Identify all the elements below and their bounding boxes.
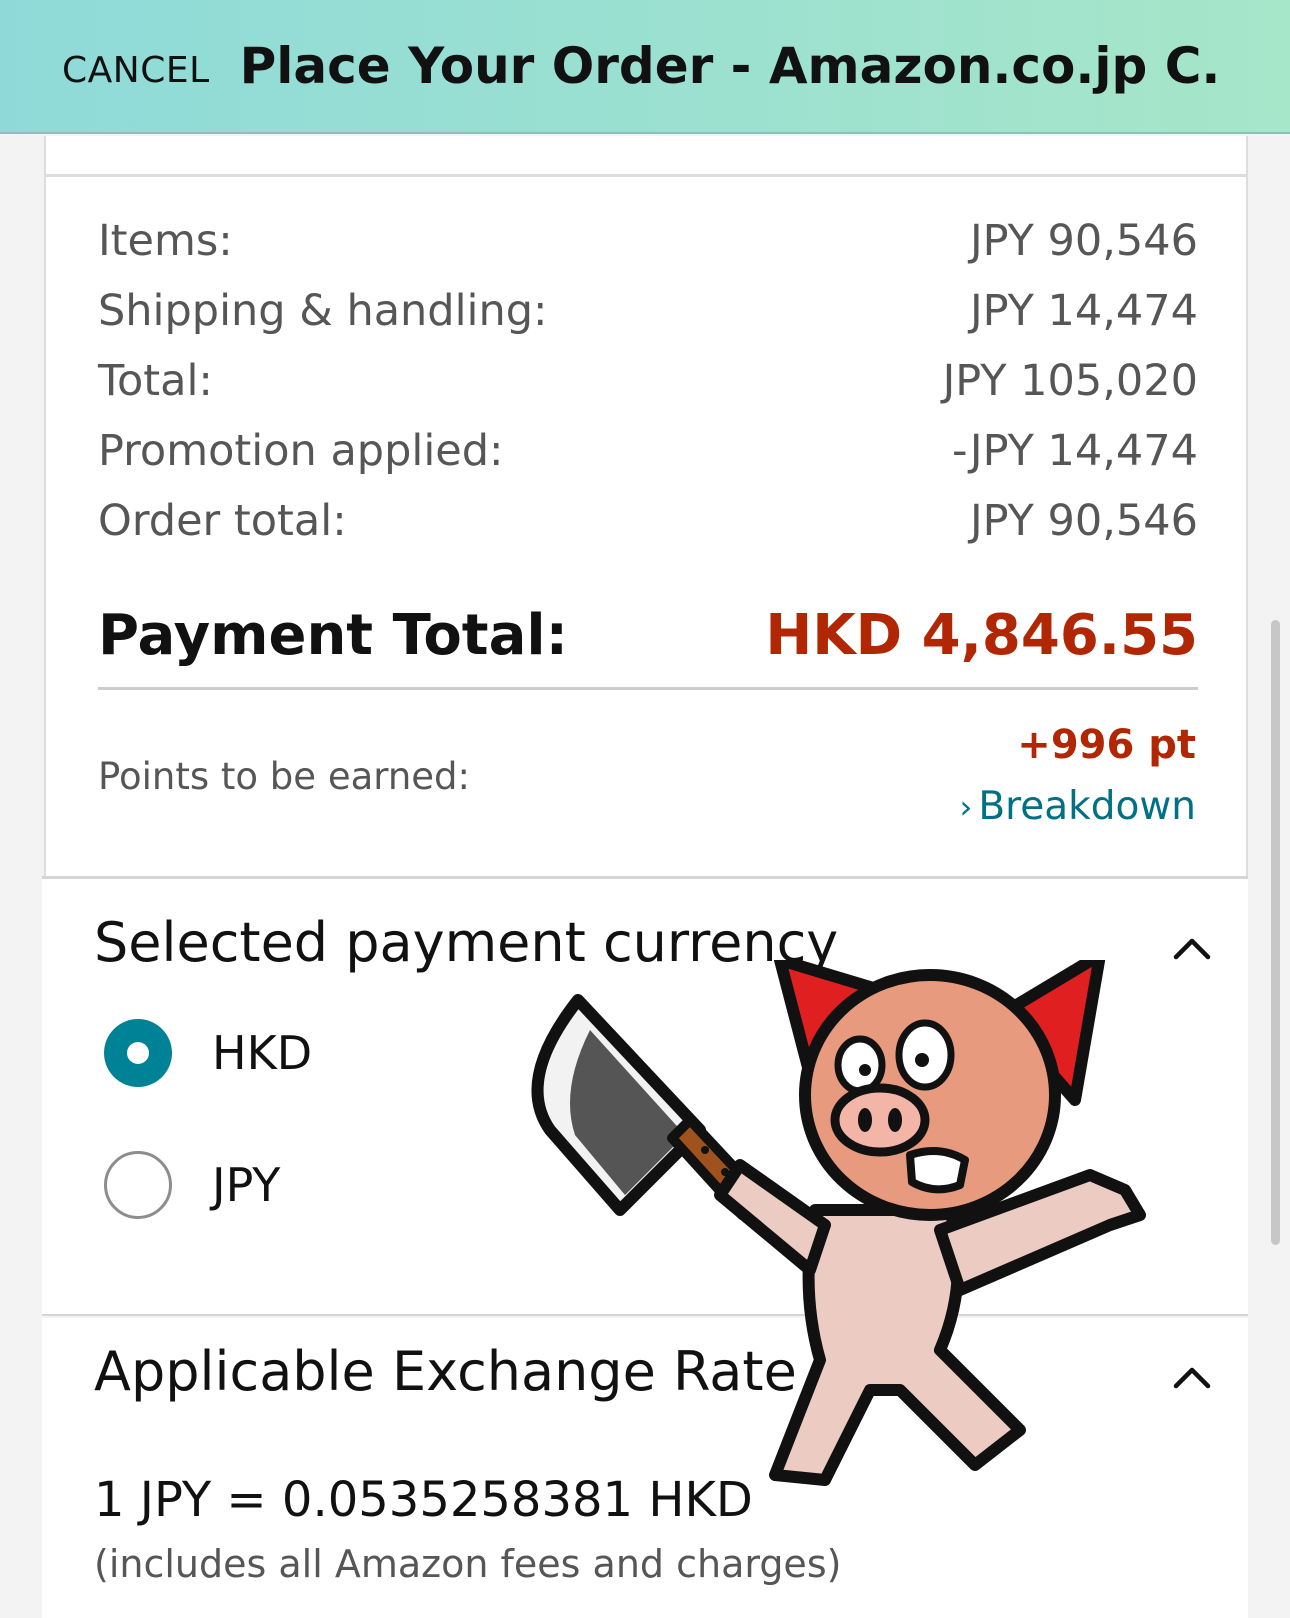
currency-option-label: JPY [212,1158,281,1212]
summary-label: Items: [98,216,233,266]
currency-option-hkd[interactable]: HKD [104,1019,312,1087]
summary-label: Promotion applied: [98,426,504,476]
payment-total-value: HKD 4,846.55 [765,602,1198,668]
exchange-rate-note: (includes all Amazon fees and charges) [94,1542,842,1586]
payment-total-label: Payment Total: [98,602,568,668]
divider [98,687,1198,690]
currency-option-label: HKD [212,1026,313,1080]
cancel-button[interactable]: CANCEL [62,50,210,91]
order-summary: Items: JPY 90,546 Shipping & handling: J… [44,176,1248,880]
summary-row-promotion: Promotion applied: -JPY 14,474 [98,421,1198,481]
summary-value: JPY 105,020 [942,356,1198,406]
header-bar: CANCEL Place Your Order - Amazon.co.jp C… [0,0,1290,134]
summary-row-total: Total: JPY 105,020 [98,351,1198,411]
points-label: Points to be earned: [98,755,470,798]
payment-total-row: Payment Total: HKD 4,846.55 [98,595,1198,675]
page-title: Place Your Order - Amazon.co.jp C... [239,37,1220,95]
radio-unselected-icon[interactable] [104,1151,172,1219]
chevron-right-icon: › [959,787,973,826]
breakdown-label: Breakdown [978,784,1196,829]
radio-selected-icon[interactable] [104,1019,172,1087]
pig-with-cleaver-sticker [531,960,1146,1486]
scrollbar[interactable] [1271,620,1280,1245]
summary-row-items: Items: JPY 90,546 [98,211,1198,271]
currency-option-jpy[interactable]: JPY [104,1151,280,1219]
summary-row-order-total: Order total: JPY 90,546 [98,491,1198,551]
summary-label: Total: [98,356,213,406]
summary-value: JPY 90,546 [969,216,1198,266]
summary-row-shipping: Shipping & handling: JPY 14,474 [98,281,1198,341]
points-value: +996 pt [1017,722,1196,768]
pig-icon [714,960,1146,1486]
summary-value: -JPY 14,474 [952,426,1198,476]
summary-label: Shipping & handling: [98,286,548,336]
summary-value: JPY 14,474 [969,286,1198,336]
summary-value: JPY 90,546 [969,496,1198,546]
breakdown-link[interactable]: › Breakdown [960,784,1196,829]
summary-label: Order total: [98,496,347,546]
previous-card-bottom [44,136,1248,176]
